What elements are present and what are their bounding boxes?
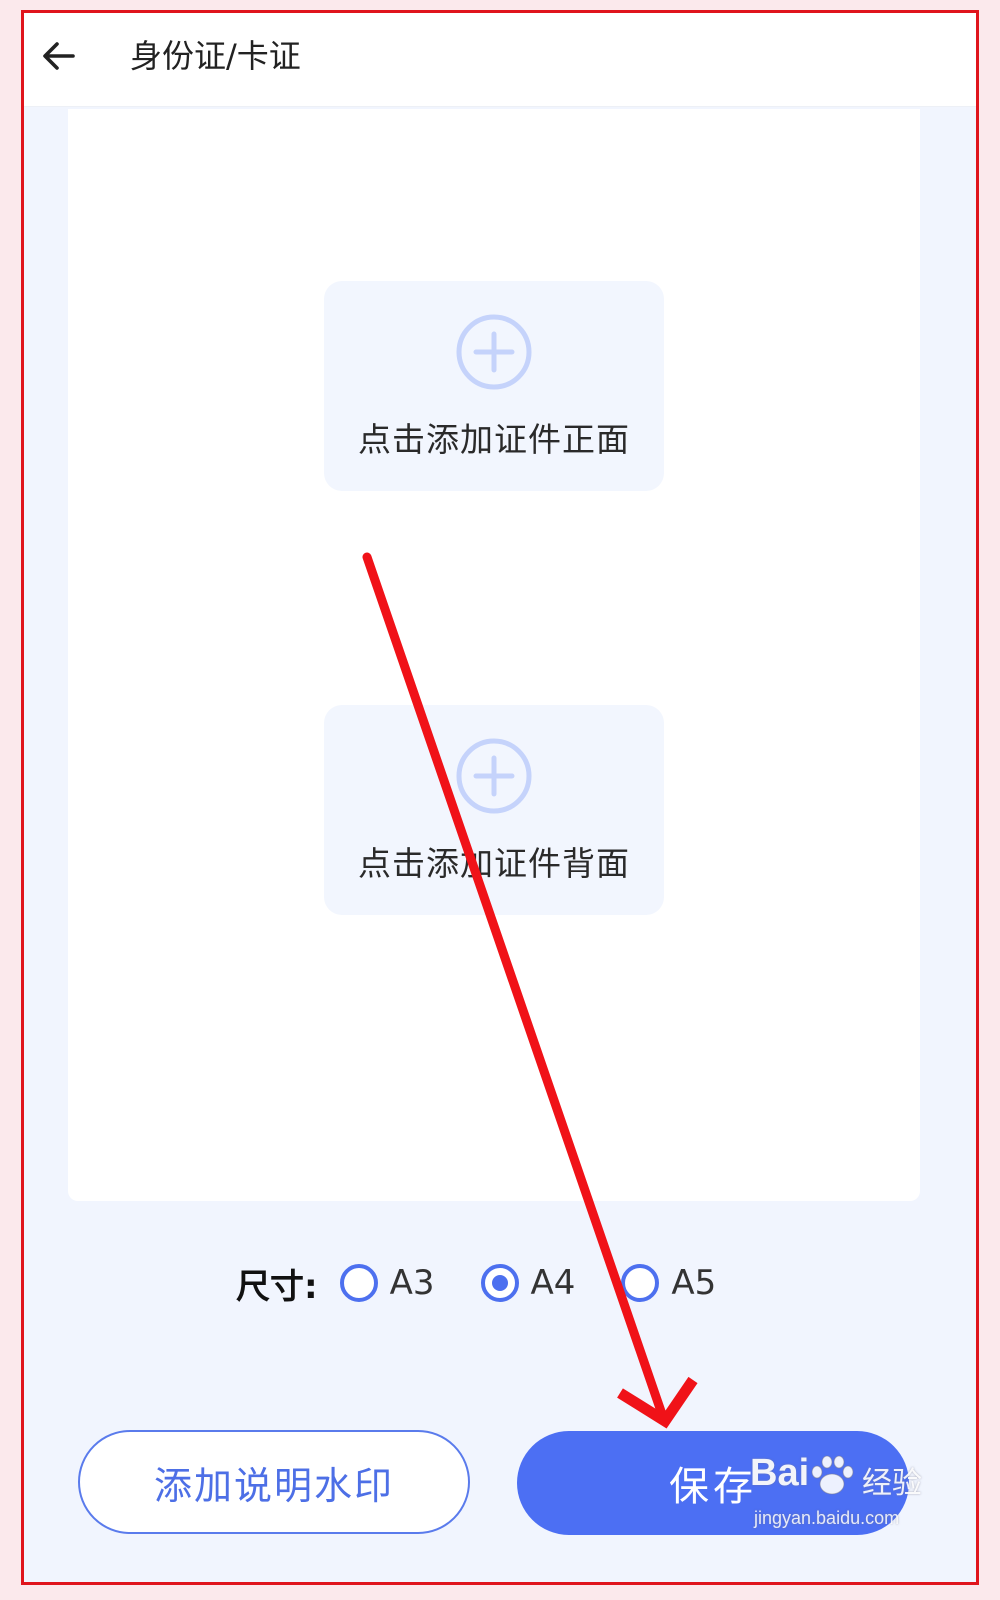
plus-circle-icon	[456, 314, 532, 390]
arrow-left-icon	[43, 42, 75, 70]
size-option-label: A4	[530, 1263, 576, 1303]
radio-icon[interactable]	[339, 1264, 378, 1302]
add-watermark-label: 添加说明水印	[153, 1463, 394, 1508]
app-screen: 身份证/卡证 点击添加证件正面 点击添加证件背面 尺寸: A3 A4 A5 添加…	[21, 10, 979, 1585]
radio-icon[interactable]	[621, 1264, 660, 1302]
top-bar: 身份证/卡证	[24, 13, 976, 107]
size-option-a3[interactable]: A3	[339, 1263, 435, 1303]
add-back-label: 点击添加证件背面	[358, 844, 630, 883]
save-button[interactable]: 保存	[517, 1431, 909, 1535]
size-option-label: A3	[389, 1263, 435, 1303]
size-option-a4[interactable]: A4	[480, 1263, 576, 1303]
radio-checked-icon[interactable]	[480, 1264, 519, 1302]
size-label: 尺寸:	[236, 1266, 318, 1307]
add-front-button[interactable]: 点击添加证件正面	[324, 281, 664, 491]
document-preview-card: 点击添加证件正面 点击添加证件背面	[68, 109, 920, 1201]
page-title: 身份证/卡证	[130, 37, 301, 75]
add-front-label: 点击添加证件正面	[358, 420, 630, 459]
size-option-a5[interactable]: A5	[621, 1263, 716, 1303]
add-back-button[interactable]: 点击添加证件背面	[324, 705, 664, 915]
back-button[interactable]	[34, 31, 84, 81]
save-label: 保存	[669, 1464, 757, 1510]
add-watermark-button[interactable]: 添加说明水印	[78, 1430, 470, 1534]
paper-size-selector: 尺寸: A3 A4 A5	[236, 1253, 762, 1313]
size-option-label: A5	[671, 1263, 717, 1303]
plus-circle-icon	[456, 738, 532, 814]
